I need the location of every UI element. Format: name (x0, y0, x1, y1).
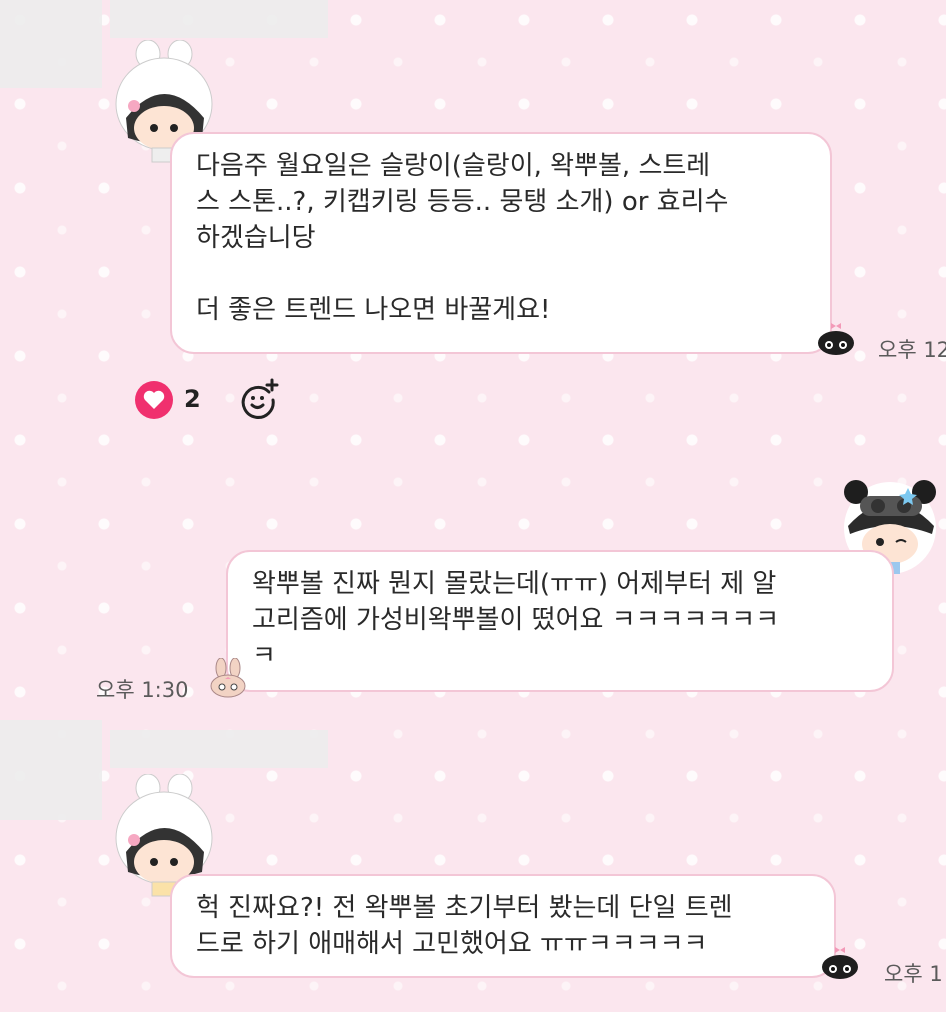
read-status-icon (820, 946, 860, 980)
add-reaction-button[interactable] (238, 378, 280, 420)
read-status-icon (816, 322, 856, 356)
message-time: 오후 12 (878, 338, 946, 362)
read-status-icon (208, 657, 248, 698)
redacted-sender-name (110, 730, 328, 768)
message-time: 오후 1 (884, 962, 943, 986)
add-reaction-icon (241, 378, 279, 419)
message-time: 오후 1:30 (96, 678, 189, 702)
redacted-profile-image (0, 720, 102, 820)
redacted-sender-name (110, 0, 328, 38)
heart-reaction[interactable] (134, 380, 174, 420)
message-bubble[interactable]: 다음주 월요일은 슬랑이(슬랑이, 왁뿌볼, 스트레 스 스톤..?, 키캡키링… (170, 132, 832, 354)
heart-icon (135, 381, 173, 419)
message-bubble[interactable]: 헉 진짜요?! 전 왁뿌볼 초기부터 봤는데 단일 트렌 드로 하기 애매해서 … (170, 874, 836, 978)
message-bubble[interactable]: 왁뿌볼 진짜 뭔지 몰랐는데(ㅠㅠ) 어제부터 제 알 고리즘에 가성비왁뿌볼이… (226, 550, 894, 692)
heart-count: 2 (184, 385, 201, 413)
redacted-profile-image (0, 0, 102, 88)
